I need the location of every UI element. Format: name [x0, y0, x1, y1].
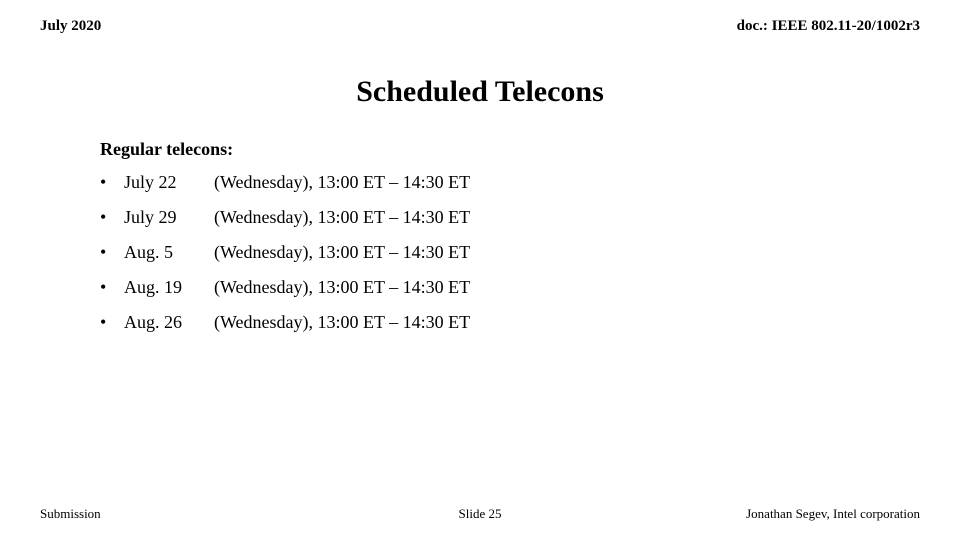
- telecon-detail: (Wednesday), 13:00 ET – 14:30 ET: [214, 277, 470, 298]
- telecon-detail: (Wednesday), 13:00 ET – 14:30 ET: [214, 242, 470, 263]
- bullet-icon: •: [100, 312, 124, 333]
- telecon-detail: (Wednesday), 13:00 ET – 14:30 ET: [214, 312, 470, 333]
- header-left: July 2020: [40, 18, 101, 35]
- list-item: •Aug. 5(Wednesday), 13:00 ET – 14:30 ET: [100, 242, 920, 263]
- slide-title: Scheduled Telecons: [40, 75, 920, 109]
- telecon-date: Aug. 5: [124, 242, 214, 263]
- section-label: Regular telecons:: [100, 139, 920, 160]
- bullet-icon: •: [100, 277, 124, 298]
- bullet-icon: •: [100, 242, 124, 263]
- footer-center: Slide 25: [459, 506, 502, 522]
- telecon-list: •July 22(Wednesday), 13:00 ET – 14:30 ET…: [100, 172, 920, 333]
- list-item: •July 29(Wednesday), 13:00 ET – 14:30 ET: [100, 207, 920, 228]
- telecon-date: July 22: [124, 172, 214, 193]
- header-right: doc.: IEEE 802.11-20/1002r3: [737, 18, 920, 35]
- footer-right: Jonathan Segev, Intel corporation: [746, 506, 920, 522]
- list-item: •Aug. 26(Wednesday), 13:00 ET – 14:30 ET: [100, 312, 920, 333]
- bullet-icon: •: [100, 172, 124, 193]
- telecon-date: July 29: [124, 207, 214, 228]
- telecon-date: Aug. 19: [124, 277, 214, 298]
- slide-container: July 2020 doc.: IEEE 802.11-20/1002r3 Sc…: [0, 0, 960, 540]
- telecon-detail: (Wednesday), 13:00 ET – 14:30 ET: [214, 207, 470, 228]
- bullet-icon: •: [100, 207, 124, 228]
- list-item: •Aug. 19(Wednesday), 13:00 ET – 14:30 ET: [100, 277, 920, 298]
- footer-left: Submission: [40, 506, 101, 522]
- telecon-date: Aug. 26: [124, 312, 214, 333]
- list-item: •July 22(Wednesday), 13:00 ET – 14:30 ET: [100, 172, 920, 193]
- telecon-detail: (Wednesday), 13:00 ET – 14:30 ET: [214, 172, 470, 193]
- content-area: Regular telecons: •July 22(Wednesday), 1…: [40, 139, 920, 333]
